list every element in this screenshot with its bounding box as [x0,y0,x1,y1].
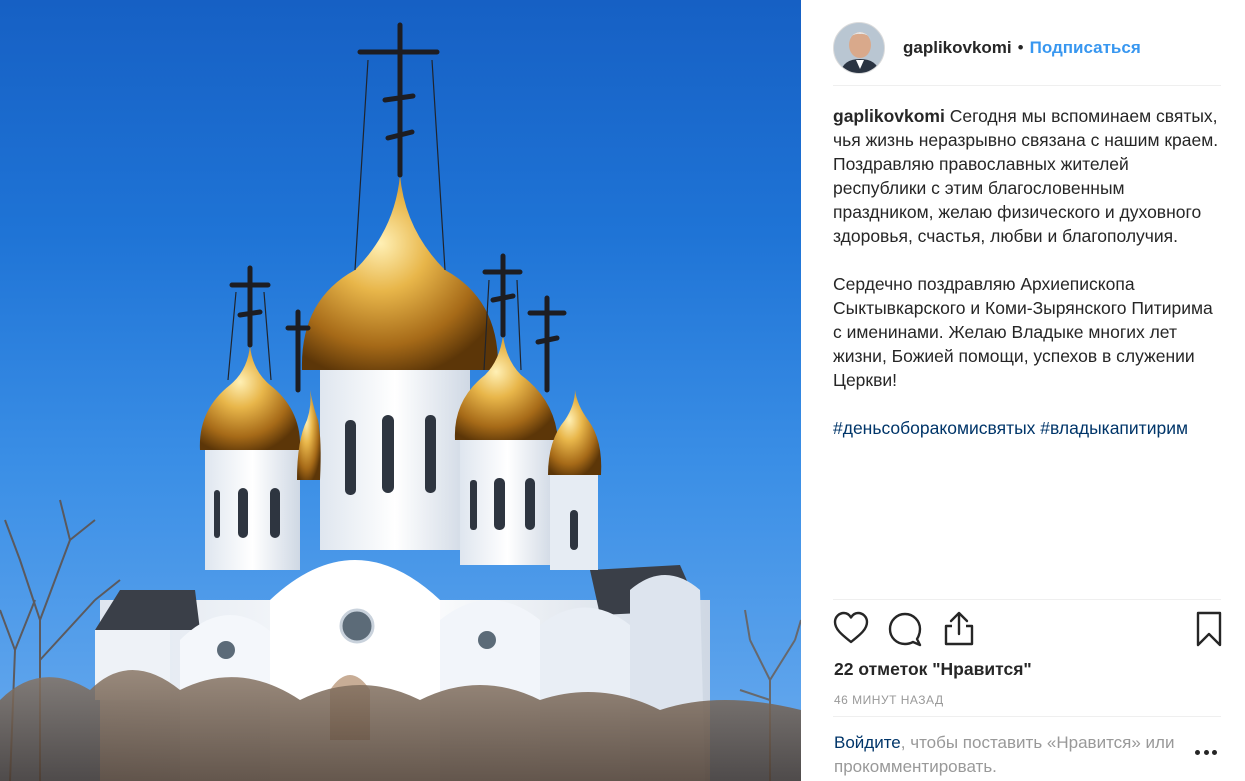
login-prompt: Войдите, чтобы поставить «Нравится» или … [834,731,1184,779]
more-dot [1195,749,1200,755]
more-dot [1212,749,1217,755]
action-bar [833,610,1223,650]
post-details-panel: gaplikovkomi • Подписаться gaplikovkomi … [801,0,1245,781]
login-link[interactable]: Войдите [834,733,901,752]
post-header: gaplikovkomi • Подписаться [833,10,1221,86]
likes-count[interactable]: 22 отметок "Нравится" [834,659,1032,680]
divider [833,716,1221,717]
separator-dot: • [1017,37,1024,57]
avatar-portrait [834,22,884,73]
church-illustration [0,22,801,781]
bookmark-icon[interactable] [1191,610,1227,648]
caption-username[interactable]: gaplikovkomi [833,106,945,126]
post-timestamp[interactable]: 46 минут назад [834,693,944,707]
post-caption: gaplikovkomi Сегодня мы вспоминаем святы… [833,104,1225,464]
share-icon[interactable] [941,610,977,648]
post-photo[interactable] [0,0,801,781]
caption-paragraph-1: gaplikovkomi Сегодня мы вспоминаем святы… [833,104,1225,248]
hashtag-link[interactable]: #владыкапитирим [1040,418,1188,438]
username-link[interactable]: gaplikovkomi [903,38,1012,58]
comment-icon[interactable] [887,610,923,648]
hashtag-link[interactable]: #деньсоборакомисвятых [833,418,1035,438]
divider [833,599,1221,600]
more-options-icon[interactable] [1191,742,1221,762]
caption-text-1: Сегодня мы вспоминаем святых, чья жизнь … [833,106,1219,246]
avatar[interactable] [833,21,885,74]
heart-icon[interactable] [833,610,869,648]
hashtags: #деньсоборакомисвятых #владыкапитирим [833,416,1225,440]
more-dot [1203,749,1209,755]
follow-button[interactable]: Подписаться [1030,38,1141,58]
caption-paragraph-2: Сердечно поздравляю Архиепископа Сыктывк… [833,274,1213,390]
